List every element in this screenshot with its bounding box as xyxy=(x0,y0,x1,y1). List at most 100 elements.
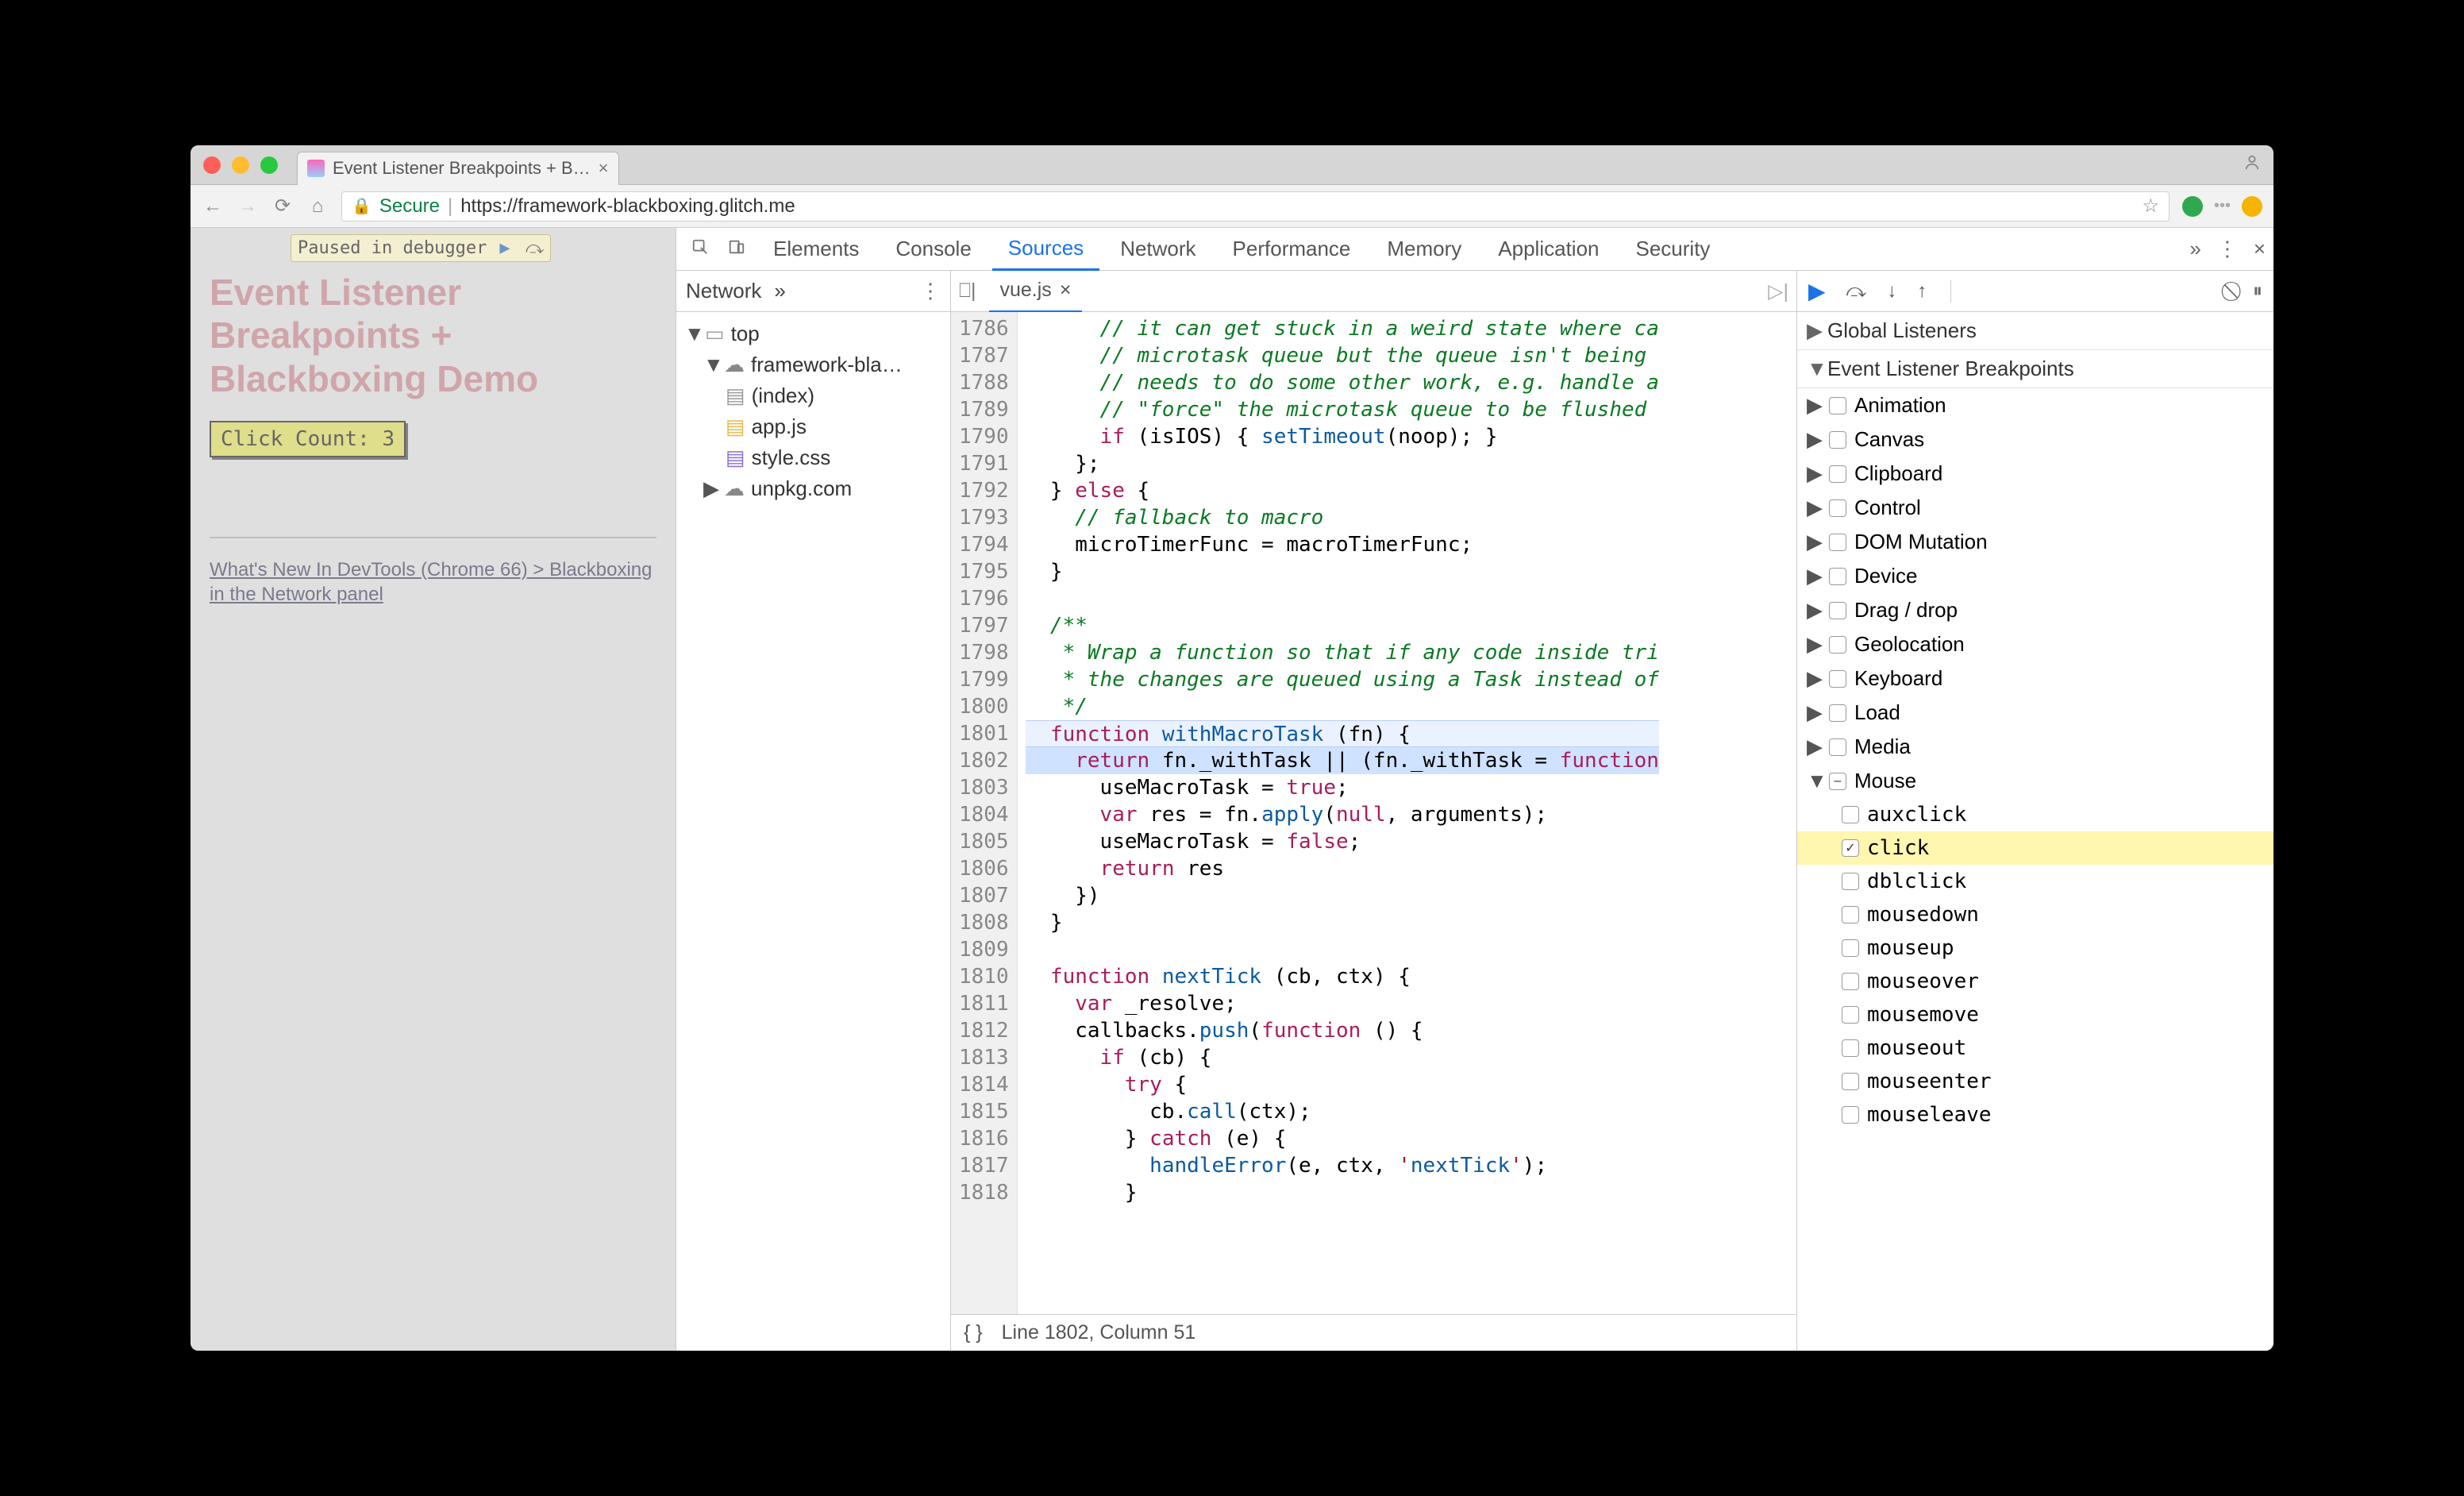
devtools-tab-security[interactable]: Security xyxy=(1620,228,1727,271)
checkbox-icon[interactable] xyxy=(1842,1106,1859,1124)
pretty-print-icon[interactable]: { } xyxy=(964,1321,983,1344)
navigator-menu-icon[interactable]: ⋮ xyxy=(920,279,941,303)
toggle-navigator-icon[interactable]: ⎕| xyxy=(959,280,976,303)
bp-category-mouse[interactable]: ▼Mouse xyxy=(1797,764,2273,798)
close-window-button[interactable] xyxy=(203,156,221,174)
checkbox-icon[interactable] xyxy=(1842,973,1859,990)
extension-icon-2[interactable] xyxy=(2242,196,2262,217)
checkbox-icon[interactable] xyxy=(1842,939,1859,957)
browser-tab[interactable]: Event Listener Breakpoints + B… × xyxy=(297,152,619,185)
close-file-tab-icon[interactable]: × xyxy=(1060,279,1072,302)
checkbox-icon[interactable] xyxy=(1829,431,1846,449)
checkbox-icon[interactable] xyxy=(1842,1039,1859,1057)
pause-on-exceptions-icon[interactable]: ⏸ xyxy=(2253,280,2262,303)
omnibox[interactable]: 🔒 Secure | https://framework-blackboxing… xyxy=(341,191,2169,222)
checkbox-icon[interactable] xyxy=(1842,906,1859,923)
bp-event-auxclick[interactable]: auxclick xyxy=(1797,798,2273,831)
tree-file-appjs[interactable]: ▤ app.js xyxy=(681,411,945,442)
step-out-button[interactable]: ↑ xyxy=(1917,280,1927,303)
section-global-listeners[interactable]: ▶Global Listeners xyxy=(1797,312,2273,350)
tree-top[interactable]: ▼ ▭ top xyxy=(681,318,945,349)
footer-link[interactable]: What's New In DevTools (Chrome 66) > Bla… xyxy=(210,557,656,607)
home-button[interactable]: ⌂ xyxy=(306,195,329,218)
checkbox-icon[interactable] xyxy=(1829,568,1846,585)
bp-category-load[interactable]: ▶Load xyxy=(1797,696,2273,730)
more-tabs-icon[interactable]: » xyxy=(2189,237,2200,261)
bp-category-control[interactable]: ▶Control xyxy=(1797,491,2273,525)
devtools-tab-console[interactable]: Console xyxy=(880,228,987,271)
inspect-element-icon[interactable] xyxy=(684,237,716,261)
bp-category-clipboard[interactable]: ▶Clipboard xyxy=(1797,457,2273,491)
devtools-tab-network[interactable]: Network xyxy=(1104,228,1211,271)
devtools-tab-performance[interactable]: Performance xyxy=(1217,228,1367,271)
tree-external[interactable]: ▶ ☁ unpkg.com xyxy=(681,473,945,504)
bp-category-drag-drop[interactable]: ▶Drag / drop xyxy=(1797,593,2273,627)
bookmark-star-icon[interactable]: ☆ xyxy=(2142,195,2159,218)
section-event-listener-breakpoints[interactable]: ▼Event Listener Breakpoints xyxy=(1797,350,2273,388)
bp-event-dblclick[interactable]: dblclick xyxy=(1797,865,2273,898)
checkbox-icon[interactable] xyxy=(1829,704,1846,722)
devtools-tab-sources[interactable]: Sources xyxy=(992,228,1099,271)
bp-event-mouseleave[interactable]: mouseleave xyxy=(1797,1098,2273,1132)
device-toggle-icon[interactable] xyxy=(721,237,753,261)
step-into-button[interactable]: ↓ xyxy=(1887,280,1896,303)
reload-button[interactable]: ⟳ xyxy=(271,195,294,218)
bp-category-device[interactable]: ▶Device xyxy=(1797,559,2273,593)
forward-button[interactable]: → xyxy=(237,195,259,218)
checkbox-icon[interactable] xyxy=(1829,499,1846,517)
bp-event-click[interactable]: click xyxy=(1797,831,2273,865)
resume-overlay-button[interactable]: ▶ xyxy=(499,238,510,258)
extension-overflow[interactable]: ••• xyxy=(2214,197,2231,215)
tree-file-index[interactable]: ▤ (index) xyxy=(681,380,945,411)
tree-domain[interactable]: ▼ ☁ framework-bla… xyxy=(681,349,945,380)
devtools-tabbar: ElementsConsoleSourcesNetworkPerformance… xyxy=(676,228,2273,271)
minimize-window-button[interactable] xyxy=(232,156,249,174)
bp-category-canvas[interactable]: ▶Canvas xyxy=(1797,422,2273,457)
bp-category-dom-mutation[interactable]: ▶DOM Mutation xyxy=(1797,525,2273,559)
checkbox-icon[interactable] xyxy=(1842,873,1859,890)
checkbox-icon[interactable] xyxy=(1842,1006,1859,1024)
devtools-tab-memory[interactable]: Memory xyxy=(1371,228,1477,271)
bp-event-mouseout[interactable]: mouseout xyxy=(1797,1031,2273,1065)
bp-category-animation[interactable]: ▶Animation xyxy=(1797,388,2273,422)
bp-category-keyboard[interactable]: ▶Keyboard xyxy=(1797,661,2273,696)
checkbox-icon[interactable] xyxy=(1842,839,1859,857)
extension-icon-1[interactable] xyxy=(2182,196,2203,217)
navigator-tab-network[interactable]: Network xyxy=(686,279,761,303)
step-over-button[interactable]: ⤼ xyxy=(1846,280,1867,303)
bp-event-mousemove[interactable]: mousemove xyxy=(1797,998,2273,1031)
checkbox-icon[interactable] xyxy=(1829,534,1846,551)
cloud-icon: ☁ xyxy=(724,476,745,501)
back-button[interactable]: ← xyxy=(202,195,224,218)
file-tab-vuejs[interactable]: vue.js × xyxy=(989,271,1083,312)
devtools-tab-application[interactable]: Application xyxy=(1482,228,1615,271)
checkbox-icon[interactable] xyxy=(1829,670,1846,688)
tree-file-stylecss[interactable]: ▤ style.css xyxy=(681,442,945,473)
close-tab-button[interactable]: × xyxy=(599,158,609,179)
bp-event-mousedown[interactable]: mousedown xyxy=(1797,898,2273,931)
checkbox-icon[interactable] xyxy=(1829,773,1846,790)
resume-button[interactable]: ▶ xyxy=(1808,278,1826,304)
checkbox-icon[interactable] xyxy=(1842,1073,1859,1090)
checkbox-icon[interactable] xyxy=(1842,806,1859,823)
checkbox-icon[interactable] xyxy=(1829,602,1846,619)
checkbox-icon[interactable] xyxy=(1829,738,1846,756)
step-over-overlay-button[interactable]: ⤼ xyxy=(526,238,545,258)
close-devtools-icon[interactable]: × xyxy=(2254,237,2266,261)
run-snippet-icon[interactable]: ▷| xyxy=(1768,280,1788,303)
maximize-window-button[interactable] xyxy=(260,156,278,174)
bp-category-geolocation[interactable]: ▶Geolocation xyxy=(1797,627,2273,661)
profile-avatar-icon[interactable] xyxy=(2243,153,2261,176)
click-count-button[interactable]: Click Count: 3 xyxy=(210,421,406,457)
checkbox-icon[interactable] xyxy=(1829,397,1846,414)
bp-event-mouseup[interactable]: mouseup xyxy=(1797,931,2273,965)
checkbox-icon[interactable] xyxy=(1829,636,1846,654)
navigator-more-icon[interactable]: » xyxy=(774,279,785,303)
bp-event-mouseover[interactable]: mouseover xyxy=(1797,965,2273,998)
settings-menu-icon[interactable]: ⋮ xyxy=(2217,237,2238,261)
devtools-tab-elements[interactable]: Elements xyxy=(757,228,875,271)
code-area[interactable]: 1786178717881789179017911792179317941795… xyxy=(951,312,1796,1314)
bp-event-mouseenter[interactable]: mouseenter xyxy=(1797,1065,2273,1098)
bp-category-media[interactable]: ▶Media xyxy=(1797,730,2273,764)
checkbox-icon[interactable] xyxy=(1829,465,1846,483)
